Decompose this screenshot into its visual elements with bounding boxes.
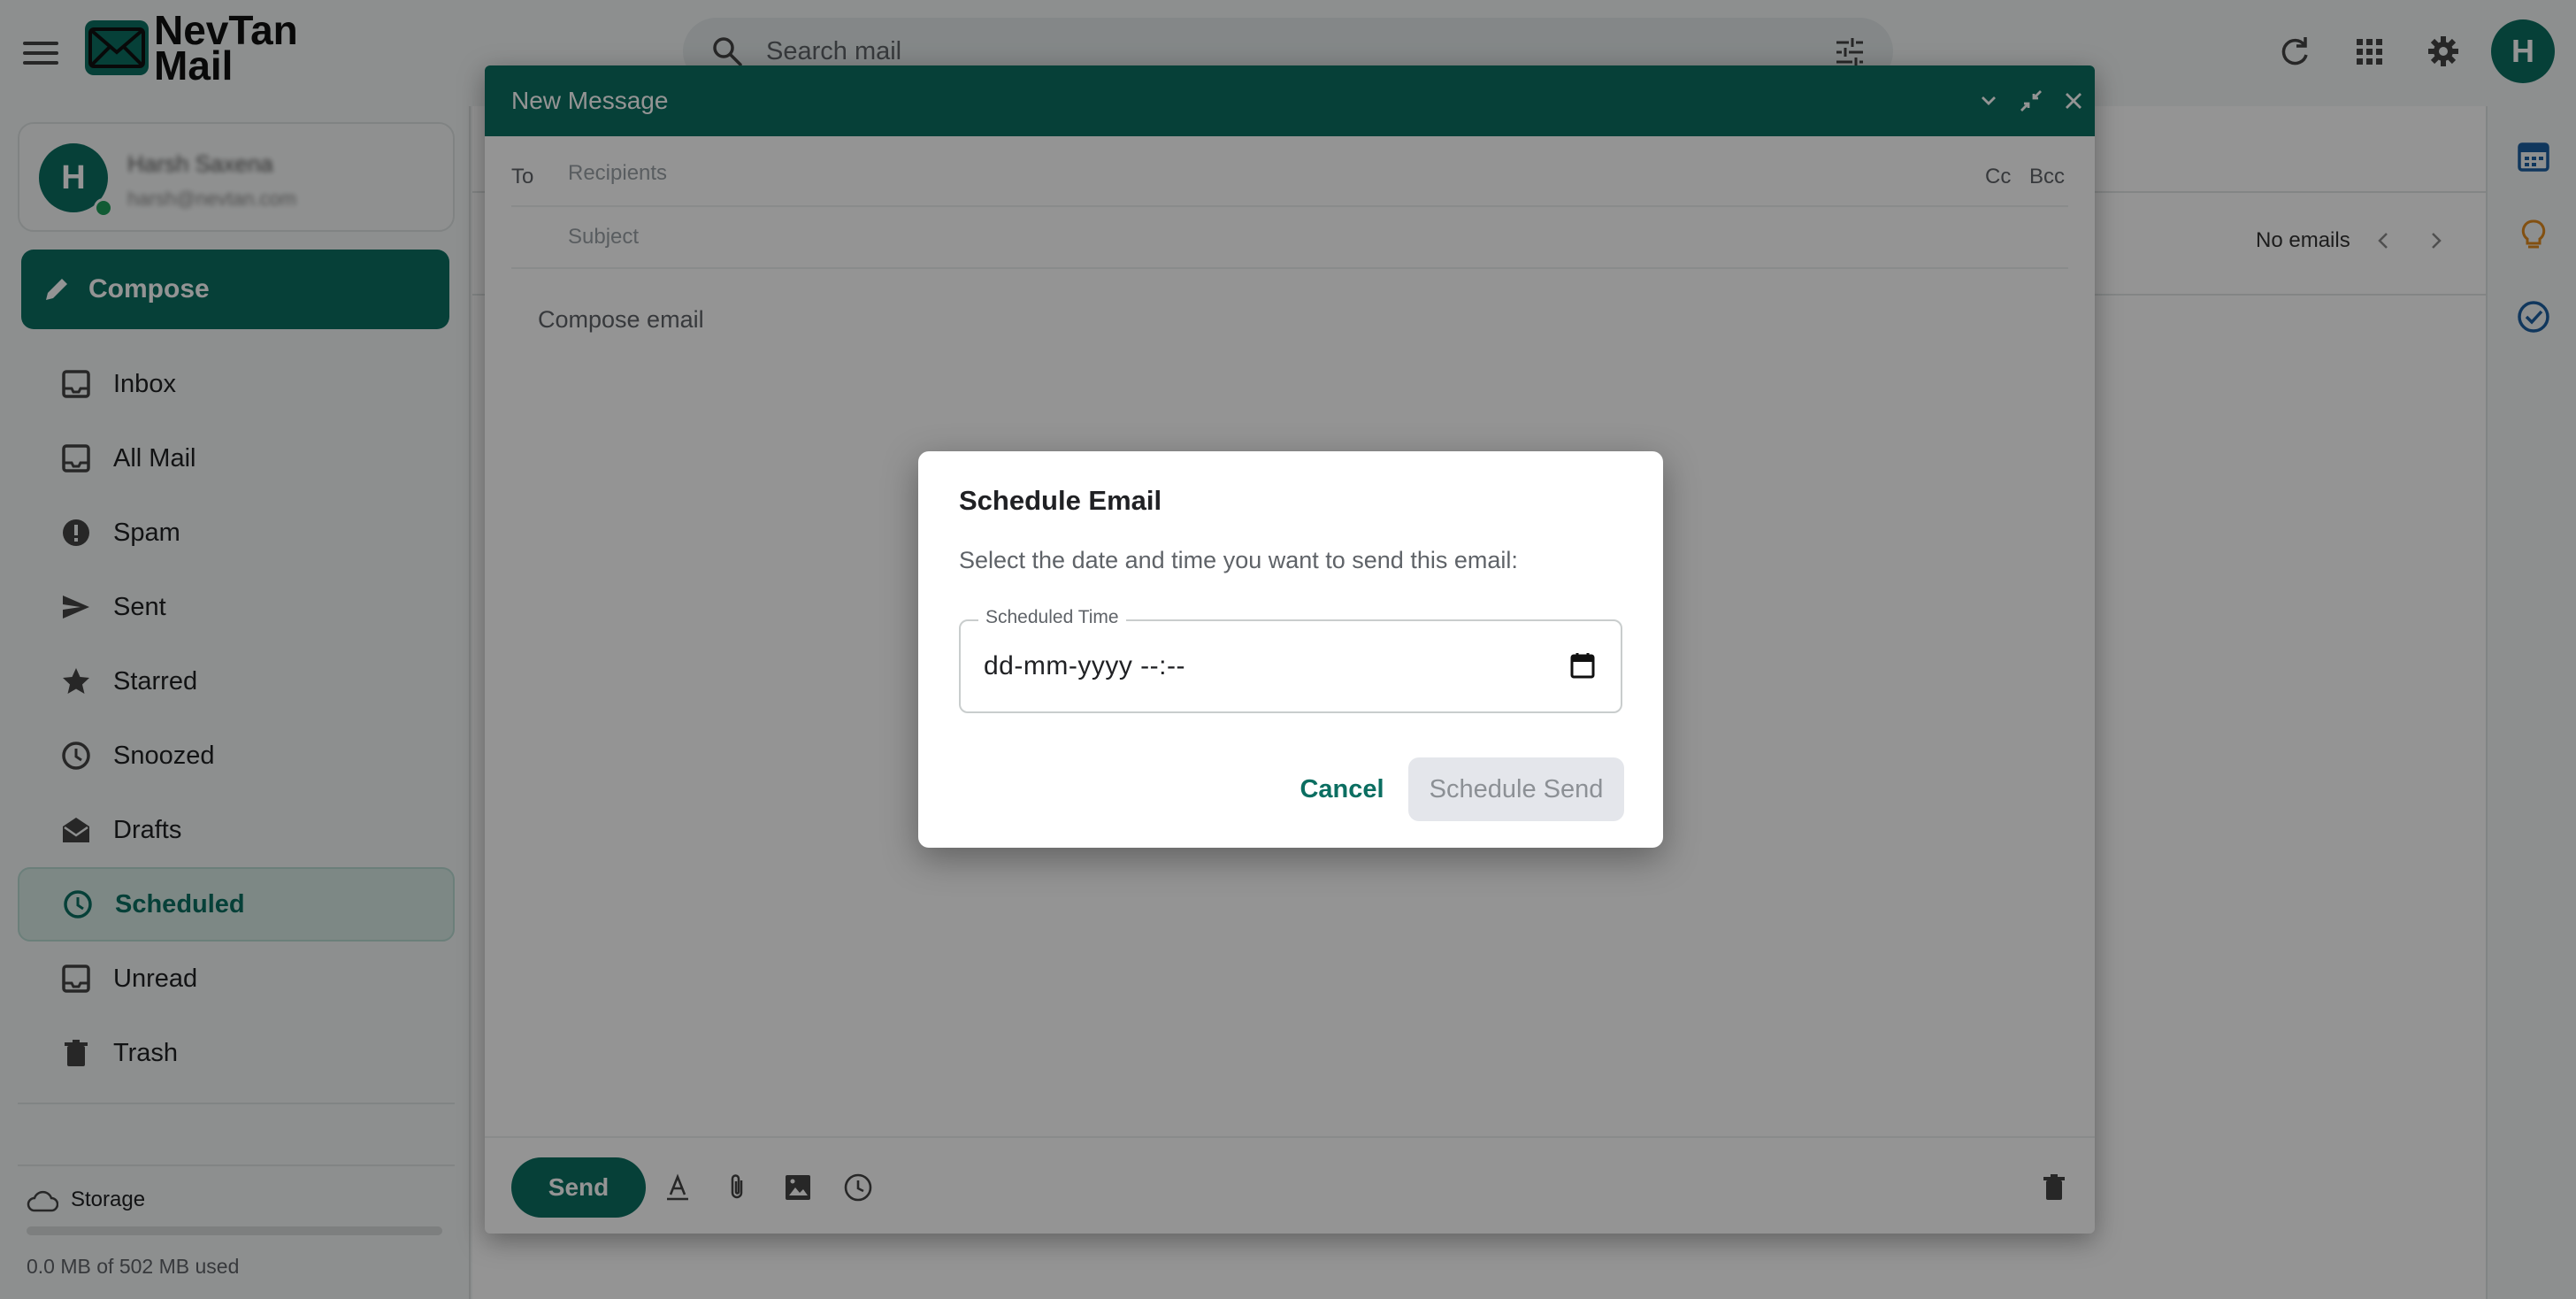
scheduled-time-field[interactable]: Scheduled Time dd-mm-yyyy --:-- xyxy=(959,607,1622,713)
dialog-description: Select the date and time you want to sen… xyxy=(959,547,1518,573)
scheduled-time-input[interactable]: dd-mm-yyyy --:-- xyxy=(984,651,1185,681)
schedule-email-dialog: Schedule Email Select the date and time … xyxy=(918,451,1663,848)
scheduled-time-label: Scheduled Time xyxy=(978,607,1126,628)
dialog-title: Schedule Email xyxy=(959,485,1162,516)
schedule-send-button[interactable]: Schedule Send xyxy=(1408,757,1624,821)
cancel-button[interactable]: Cancel xyxy=(1283,763,1401,816)
calendar-picker-icon[interactable] xyxy=(1569,651,1596,680)
